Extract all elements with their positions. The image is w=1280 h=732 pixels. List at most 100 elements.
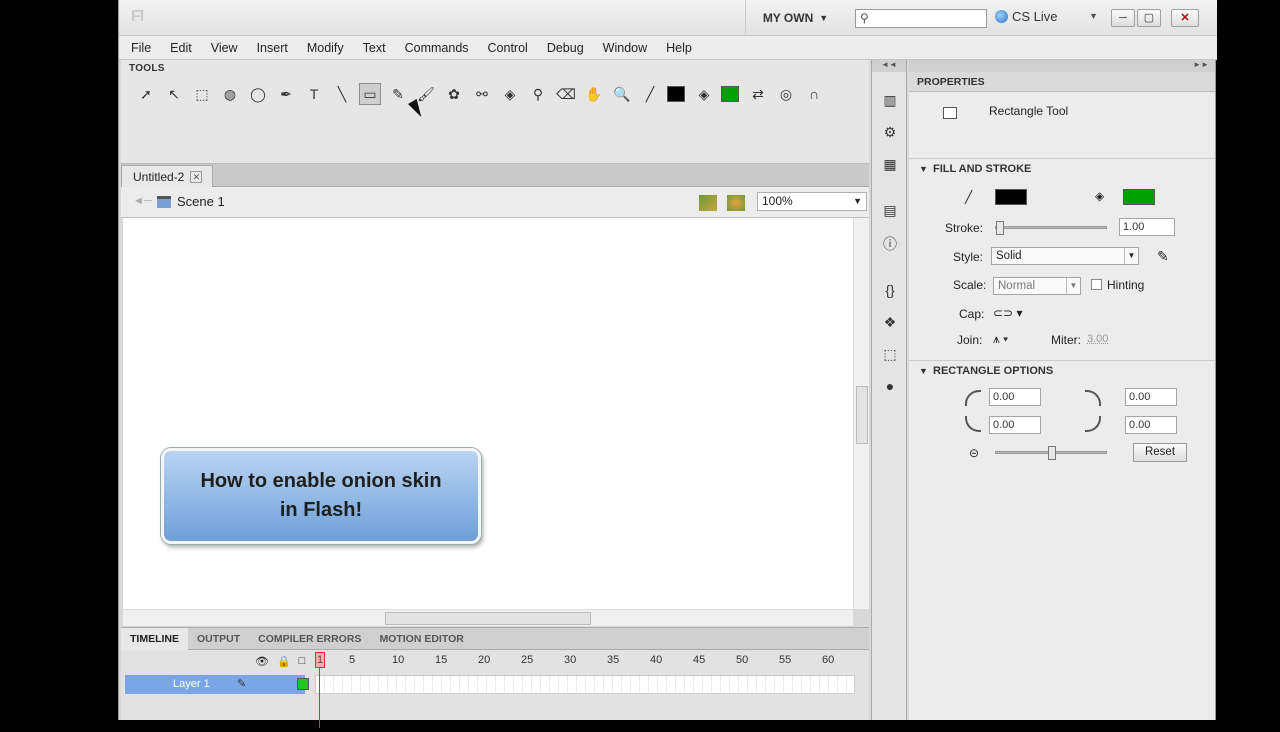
document-tab[interactable]: Untitled-2 ✕ — [121, 165, 213, 187]
corner-radius-bl[interactable]: 0.00 — [989, 416, 1041, 434]
miter-value[interactable]: 3.00 — [1087, 333, 1108, 345]
workspace-switcher[interactable]: MY OWN ▼ — [745, 0, 845, 36]
components-icon[interactable]: ❖ — [881, 314, 899, 332]
menu-window[interactable]: Window — [603, 41, 647, 55]
deco-icon[interactable]: ✿ — [443, 83, 465, 105]
menu-file[interactable]: File — [131, 41, 151, 55]
corner-radius-tr[interactable]: 0.00 — [1125, 388, 1177, 406]
scroll-thumb[interactable] — [856, 386, 868, 444]
zoom-icon[interactable]: 🔍 — [611, 83, 633, 105]
link-icon[interactable]: ⊝ — [969, 446, 979, 460]
menu-debug[interactable]: Debug — [547, 41, 584, 55]
fill-color-swatch[interactable] — [721, 86, 739, 102]
menu-control[interactable]: Control — [488, 41, 528, 55]
playhead-handle[interactable] — [315, 652, 325, 668]
stroke-slider[interactable] — [995, 221, 1107, 235]
corner-radius-br[interactable]: 0.00 — [1125, 416, 1177, 434]
scale-select[interactable]: Normal ▼ — [993, 277, 1081, 295]
join-select[interactable]: ⩚ ▾ — [993, 332, 1008, 347]
playhead[interactable] — [315, 652, 325, 732]
tab-output[interactable]: OUTPUT — [188, 628, 249, 650]
rectangle-icon[interactable]: ▭ — [359, 83, 381, 105]
swap-colors-icon[interactable]: ⇄ — [747, 83, 769, 105]
layer-frames[interactable] — [315, 675, 855, 694]
paint-bucket-icon[interactable]: ◈ — [499, 83, 521, 105]
3d-rotation-icon[interactable]: ◍ — [219, 83, 241, 105]
maximize-button[interactable]: ▢ — [1137, 9, 1161, 27]
pencil-icon[interactable]: ✎ — [387, 83, 409, 105]
tab-compiler-errors[interactable]: COMPILER ERRORS — [249, 628, 370, 650]
line-icon[interactable]: ╲ — [331, 83, 353, 105]
menu-modify[interactable]: Modify — [307, 41, 344, 55]
free-transform-icon[interactable]: ⬚ — [191, 83, 213, 105]
tab-timeline[interactable]: TIMELINE — [121, 628, 188, 650]
chevron-down-icon[interactable]: ▼ — [1089, 11, 1098, 21]
menu-insert[interactable]: Insert — [257, 41, 288, 55]
close-icon[interactable]: ✕ — [190, 170, 203, 183]
help-search-input[interactable]: ⚲ — [855, 9, 987, 28]
vertical-scrollbar[interactable] — [853, 218, 869, 609]
info-icon[interactable]: ⓘ — [881, 234, 899, 252]
eraser-icon[interactable]: ⌫ — [555, 83, 577, 105]
hinting-checkbox[interactable] — [1091, 279, 1102, 290]
lasso-icon[interactable]: ◯ — [247, 83, 269, 105]
code-snippets-icon[interactable]: {} — [881, 282, 899, 300]
fill-stroke-section[interactable]: ▼ FILL AND STROKE — [909, 158, 1215, 178]
stroke-field[interactable]: 1.00 — [1119, 218, 1175, 236]
snap-icon[interactable]: ◎ — [775, 83, 797, 105]
stage-canvas[interactable] — [123, 218, 853, 609]
close-button[interactable]: ✕ — [1171, 9, 1199, 27]
reset-button[interactable]: Reset — [1133, 443, 1187, 462]
eyedropper-icon[interactable]: ⚲ — [527, 83, 549, 105]
corner-radius-slider[interactable] — [995, 446, 1107, 460]
text-tool-icon[interactable]: T — [303, 83, 325, 105]
expand-arrows-icon[interactable]: ►► — [909, 60, 1215, 72]
frame-ruler[interactable]: 1 5 10 15 20 25 30 35 40 45 50 55 60 — [317, 650, 857, 672]
stroke-color-swatch[interactable] — [667, 86, 685, 102]
transform-icon[interactable]: ⬚ — [881, 346, 899, 364]
fill-color-swatch[interactable] — [1123, 189, 1155, 205]
hand-icon[interactable]: ✋ — [583, 83, 605, 105]
bone-icon[interactable]: ⚯ — [471, 83, 493, 105]
outline-icon[interactable]: □ — [299, 655, 306, 668]
motion-presets-icon[interactable]: ⚙ — [881, 124, 899, 142]
layer-row[interactable]: Layer 1 ✎ — [125, 675, 305, 694]
align-icon[interactable]: ▤ — [881, 202, 899, 220]
section-title: RECTANGLE OPTIONS — [933, 365, 1054, 377]
cs-live-button[interactable]: CS Live — [995, 9, 1058, 24]
menu-help[interactable]: Help — [666, 41, 692, 55]
frame-mark: 45 — [693, 654, 706, 666]
collapse-arrows-icon[interactable]: ◄◄ — [872, 60, 906, 72]
edit-symbol-icon[interactable] — [727, 195, 745, 211]
slider-knob[interactable] — [996, 221, 1004, 235]
lock-icon[interactable]: 🔒 — [277, 655, 291, 668]
rectangle-options-section[interactable]: ▼ RECTANGLE OPTIONS — [909, 360, 1215, 380]
corner-radius-tl[interactable]: 0.00 — [989, 388, 1041, 406]
tab-motion-editor[interactable]: MOTION EDITOR — [370, 628, 472, 650]
menu-text[interactable]: Text — [363, 41, 386, 55]
slider-knob[interactable] — [1048, 446, 1056, 460]
magnet-icon[interactable]: ∩ — [803, 83, 825, 105]
cap-select[interactable]: ⊂⊃ ▾ — [993, 306, 1022, 320]
scroll-thumb[interactable] — [385, 612, 591, 625]
horizontal-scrollbar[interactable] — [123, 609, 853, 626]
pen-icon[interactable]: ✒ — [275, 83, 297, 105]
minimize-button[interactable]: ─ — [1111, 9, 1135, 27]
subselection-icon[interactable]: ↖ — [163, 83, 185, 105]
menu-edit[interactable]: Edit — [170, 41, 192, 55]
style-select[interactable]: Solid ▼ — [991, 247, 1139, 265]
edit-scene-icon[interactable] — [699, 195, 717, 211]
selection-icon[interactable]: ➚ — [135, 83, 157, 105]
layer-color-box[interactable] — [297, 678, 309, 690]
stroke-color-swatch[interactable] — [995, 189, 1027, 205]
swatches-icon[interactable]: ▦ — [881, 156, 899, 174]
color-icon[interactable]: ● — [881, 378, 899, 396]
edit-style-pencil-icon[interactable]: ✎ — [1157, 248, 1169, 265]
menu-commands[interactable]: Commands — [405, 41, 469, 55]
scene-breadcrumb[interactable]: Scene 1 — [157, 194, 225, 209]
eye-icon[interactable]: 👁 — [255, 655, 269, 668]
library-icon[interactable]: ▥ — [881, 92, 899, 110]
back-arrow-icon[interactable]: ◄─ — [133, 195, 152, 207]
menu-view[interactable]: View — [211, 41, 238, 55]
zoom-select[interactable]: 100% ▼ — [757, 192, 867, 211]
